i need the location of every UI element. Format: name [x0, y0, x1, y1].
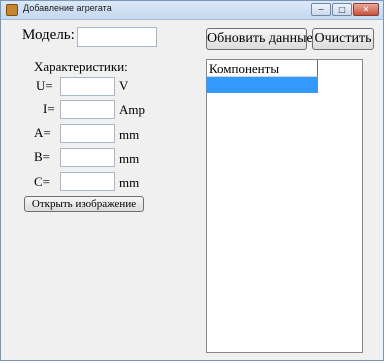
i-input[interactable]: [60, 100, 115, 119]
components-list[interactable]: Компоненты: [206, 59, 363, 353]
a-input[interactable]: [60, 124, 115, 143]
c-unit: mm: [119, 175, 140, 190]
maximize-button[interactable]: □: [332, 3, 352, 16]
refresh-button[interactable]: Обновить данные: [206, 28, 313, 50]
minimize-button[interactable]: −: [311, 3, 331, 16]
u-unit: V: [119, 78, 129, 93]
clear-button[interactable]: Очистить: [312, 28, 374, 50]
model-input[interactable]: [77, 27, 157, 47]
b-unit: mm: [119, 151, 140, 166]
window-title: Добавление агрегата: [23, 3, 112, 13]
characteristics-title: Характеристики:: [34, 59, 128, 74]
u-input[interactable]: [60, 77, 115, 96]
c-input[interactable]: [60, 172, 115, 191]
add-unit-window: Добавление агрегата − □ ✕ Модель: Обнови…: [0, 0, 384, 361]
app-icon: [6, 4, 18, 16]
a-label: A=: [34, 125, 51, 140]
a-unit: mm: [119, 127, 140, 142]
title-bar[interactable]: Добавление агрегата − □ ✕: [1, 1, 383, 20]
components-column-header[interactable]: Компоненты: [207, 60, 318, 77]
open-image-button[interactable]: Открыть изображение: [24, 196, 144, 212]
i-label: I=: [43, 101, 55, 116]
close-button[interactable]: ✕: [353, 3, 379, 16]
b-input[interactable]: [60, 148, 115, 167]
u-label: U=: [36, 78, 53, 93]
i-unit: Amp: [119, 102, 145, 117]
model-label: Модель:: [22, 27, 75, 43]
list-item[interactable]: [207, 77, 318, 93]
b-label: B=: [34, 149, 51, 164]
c-label: C=: [34, 174, 51, 189]
